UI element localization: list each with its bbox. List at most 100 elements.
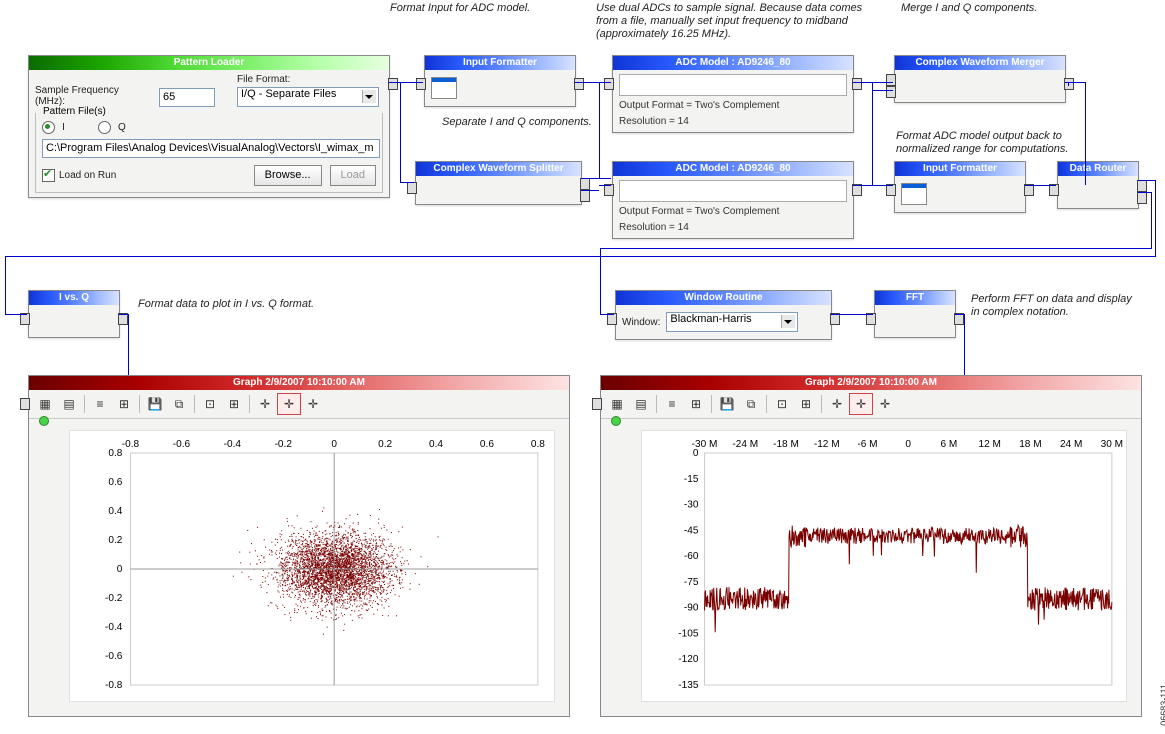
port-in[interactable] [20,398,30,410]
svg-text:0.4: 0.4 [429,439,443,450]
tool-copy-icon[interactable]: ⧉ [167,393,191,415]
toolbar-sep [656,395,657,413]
svg-text:-120: -120 [678,654,699,665]
port-in[interactable] [407,182,417,194]
pattern-file-path[interactable]: C:\Program Files\Analog Devices\VisualAn… [42,139,380,158]
port-in[interactable] [604,78,614,90]
tool-crosshair-icon[interactable]: ✛ [253,393,277,415]
toolbar-sep [711,395,712,413]
annotation-dual-adcs: Use dual ADCs to sample signal. Because … [596,2,876,41]
tool-grid-icon[interactable]: ▤ [629,393,653,415]
svg-text:-135: -135 [678,680,699,691]
toolbar-sep [139,395,140,413]
sample-freq-label: Sample Frequency (MHz): [35,85,145,107]
svg-text:12 M: 12 M [978,439,1000,450]
tool-marker-icon[interactable]: ✛ [849,393,873,415]
wire [400,82,401,182]
window-label: Window: [622,317,660,328]
tool-list-icon[interactable]: ≡ [660,393,684,415]
wire [581,178,611,179]
tool-fit-icon[interactable]: ⊞ [222,393,246,415]
port-out-2[interactable] [1137,192,1147,204]
input-formatter-1-title: Input Formatter [425,56,575,70]
complex-waveform-splitter: Complex Waveform Splitter [415,161,582,205]
tool-save-icon[interactable]: 💾 [715,393,739,415]
wire [1151,192,1152,248]
input-formatter-2: Input Formatter [894,161,1026,213]
port-out[interactable] [388,78,398,90]
port-out[interactable] [1064,78,1074,90]
svg-text:0.2: 0.2 [378,439,392,450]
svg-text:24 M: 24 M [1060,439,1082,450]
port-in-1[interactable] [886,74,896,86]
tool-zoom-icon[interactable]: ⊡ [770,393,794,415]
adc1-title: ADC Model : AD9246_80 [613,56,853,70]
port-out[interactable] [852,78,862,90]
window-icon[interactable] [901,183,927,205]
annotation-separate-iq: Separate I and Q components. [442,116,622,129]
svg-text:0.2: 0.2 [108,535,122,546]
tool-tree-icon[interactable]: ⊞ [684,393,708,415]
load-on-run-label: Load on Run [59,170,254,181]
port-out[interactable] [574,78,584,90]
window-routine: Window Routine Window: Blackman-Harris [615,290,832,340]
browse-button[interactable]: Browse... [254,165,322,186]
port-out-1[interactable] [580,178,590,190]
tool-zoom-icon[interactable]: ⊡ [198,393,222,415]
wire [581,190,599,191]
tool-pan-icon[interactable]: ✛ [301,393,325,415]
svg-text:0.6: 0.6 [108,477,122,488]
window-icon[interactable] [431,77,457,99]
port-in[interactable] [592,398,602,410]
file-format-select[interactable]: I/Q - Separate Files [237,87,379,107]
input-formatter-2-title: Input Formatter [895,162,1025,176]
tool-list-icon[interactable]: ≡ [88,393,112,415]
svg-text:0.4: 0.4 [108,506,122,517]
svg-text:0: 0 [331,439,337,450]
wire [853,185,893,186]
tool-save-icon[interactable]: 💾 [143,393,167,415]
data-router: Data Router [1057,161,1139,209]
svg-text:-0.2: -0.2 [275,439,293,450]
tool-cursor-icon[interactable]: ▦ [605,393,629,415]
status-led-icon [611,416,621,426]
load-on-run-checkbox[interactable] [42,169,55,182]
wire [575,82,611,83]
adc-out-format: Output Format = Two's Complement [619,205,847,218]
wire [1155,180,1156,256]
adc-model-2: ADC Model : AD9246_80 Output Format = Tw… [612,161,854,239]
tool-pan-icon[interactable]: ✛ [873,393,897,415]
tool-crosshair-icon[interactable]: ✛ [825,393,849,415]
input-formatter-1: Input Formatter [424,55,576,107]
tool-fit-icon[interactable]: ⊞ [794,393,818,415]
radio-i[interactable] [42,121,55,134]
graph-right: Graph 2/9/2007 10:10:00 AM ▦ ▤ ≡ ⊞ 💾 ⧉ ⊡… [600,375,1142,717]
tool-grid-icon[interactable]: ▤ [57,393,81,415]
tool-copy-icon[interactable]: ⧉ [739,393,763,415]
radio-q[interactable] [98,121,111,134]
svg-text:-15: -15 [684,474,699,485]
port-out-2[interactable] [580,190,590,202]
annotation-format-input: Format Input for ADC model. [390,2,560,15]
wire [1025,185,1056,186]
svg-text:-45: -45 [684,525,699,536]
annotation-fft: Perform FFT on data and display in compl… [971,293,1141,319]
graph-right-title: Graph 2/9/2007 10:10:00 AM [601,376,1141,390]
tool-marker-icon[interactable]: ✛ [277,393,301,415]
wire [872,90,893,91]
sample-freq-input[interactable]: 65 [159,88,215,107]
cwm-title: Complex Waveform Merger [895,56,1065,70]
port-in-2[interactable] [886,86,896,98]
adc-resolution: Resolution = 14 [619,115,847,128]
port-out-1[interactable] [1137,180,1147,192]
svg-text:6 M: 6 M [941,439,958,450]
window-select[interactable]: Blackman-Harris [666,312,798,332]
adc-model-1: ADC Model : AD9246_80 Output Format = Tw… [612,55,854,133]
window-routine-title: Window Routine [616,291,831,305]
tool-tree-icon[interactable]: ⊞ [112,393,136,415]
load-button[interactable]: Load [330,165,376,186]
port-in[interactable] [416,78,426,90]
svg-text:0: 0 [117,564,123,575]
tool-cursor-icon[interactable]: ▦ [33,393,57,415]
svg-text:18 M: 18 M [1019,439,1041,450]
